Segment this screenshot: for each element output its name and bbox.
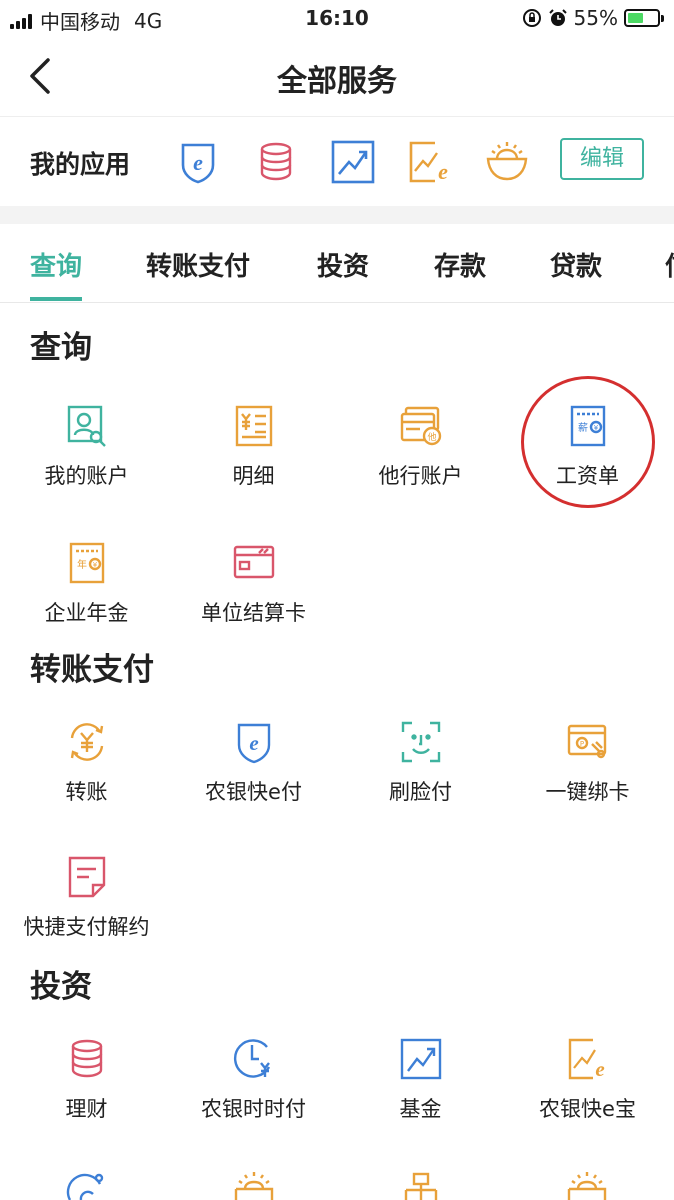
other-bank-card-icon: 他 bbox=[400, 406, 442, 446]
tab-more[interactable]: 信 bbox=[665, 246, 674, 283]
service-details[interactable]: 明细 bbox=[170, 404, 337, 514]
service-label: 快捷支付解约 bbox=[23, 915, 150, 939]
service-label: 基金 bbox=[399, 1097, 442, 1121]
service-quick-e-bao[interactable]: e 农银快e宝 bbox=[504, 1037, 671, 1147]
bind-card-icon: P bbox=[567, 724, 607, 759]
service-enterprise-annuity[interactable]: 年 ¥ 企业年金 bbox=[3, 541, 170, 651]
my-apps-label: 我的应用 bbox=[30, 150, 131, 179]
service-label: 单位结算卡 bbox=[201, 601, 306, 625]
service-label: 理财 bbox=[65, 1097, 108, 1121]
trend-e-icon[interactable]: e bbox=[407, 139, 453, 185]
annuity-doc-icon: 年 ¥ bbox=[69, 542, 105, 584]
edit-button[interactable]: 编辑 bbox=[560, 138, 644, 180]
service-label: 农银快e宝 bbox=[539, 1097, 636, 1121]
settlement-card-icon bbox=[233, 545, 275, 579]
service-wealth[interactable]: 理财 bbox=[3, 1037, 170, 1147]
service-label: 企业年金 bbox=[44, 601, 129, 625]
trend-e-icon: e bbox=[568, 1038, 605, 1081]
e-pay-shield-icon: e bbox=[237, 723, 271, 764]
tab-transfer[interactable]: 转账支付 bbox=[146, 246, 250, 283]
service-label: 农银快e付 bbox=[205, 780, 302, 804]
service-label: 他行账户 bbox=[378, 464, 463, 488]
category-tabs: 查询 转账支付 投资 存款 贷款 信 bbox=[0, 224, 674, 303]
active-tab-indicator bbox=[30, 297, 82, 301]
tab-loan[interactable]: 贷款 bbox=[550, 246, 602, 283]
gold-bowl-icon[interactable] bbox=[566, 1170, 608, 1200]
note-cancel-icon bbox=[68, 856, 106, 898]
service-quick-e-pay[interactable]: e 农银快e付 bbox=[170, 720, 337, 830]
service-transfer[interactable]: 转账 bbox=[3, 720, 170, 830]
section-title-query: 查询 bbox=[30, 330, 92, 366]
cycle-icon[interactable] bbox=[66, 1170, 108, 1200]
trend-chart-icon bbox=[400, 1038, 442, 1080]
e-pay-shield-icon[interactable]: e bbox=[175, 139, 221, 185]
coin-stack-icon bbox=[71, 1039, 103, 1078]
nav-bar: 全部服务 bbox=[0, 36, 674, 116]
svg-text:P: P bbox=[580, 740, 584, 748]
gold-bowl-icon[interactable] bbox=[484, 139, 530, 185]
service-other-bank-account[interactable]: 他 他行账户 bbox=[337, 404, 504, 514]
service-my-account[interactable]: 我的账户 bbox=[3, 404, 170, 514]
service-label: 农银时时付 bbox=[201, 1097, 306, 1121]
svg-text:e: e bbox=[249, 731, 258, 755]
tab-deposit[interactable]: 存款 bbox=[434, 246, 486, 283]
section-title-invest: 投资 bbox=[30, 969, 92, 1005]
tab-query[interactable]: 查询 bbox=[30, 246, 82, 283]
battery-percent: 55% bbox=[573, 6, 618, 30]
face-scan-icon bbox=[401, 721, 441, 763]
my-apps-bar: 我的应用 e e 编辑 bbox=[0, 116, 674, 207]
svg-text:e: e bbox=[595, 1057, 604, 1081]
section-title-transfer: 转账支付 bbox=[30, 652, 154, 688]
service-bind-card[interactable]: P 一键绑卡 bbox=[504, 720, 671, 830]
service-anytime-pay[interactable]: 农银时时付 bbox=[170, 1037, 337, 1147]
transfer-yuan-icon bbox=[70, 723, 104, 761]
svg-text:¥: ¥ bbox=[93, 561, 98, 569]
svg-text:e: e bbox=[193, 150, 203, 175]
service-label: 刷脸付 bbox=[389, 780, 452, 804]
service-quick-pay-cancel[interactable]: 快捷支付解约 bbox=[3, 855, 170, 965]
network-blocks-icon[interactable] bbox=[400, 1170, 442, 1200]
coin-stack-icon[interactable] bbox=[253, 139, 299, 185]
service-settlement-card[interactable]: 单位结算卡 bbox=[170, 541, 337, 651]
gold-bowl-icon[interactable] bbox=[233, 1170, 275, 1200]
alarm-icon bbox=[548, 9, 567, 26]
yuan-statement-icon bbox=[235, 405, 273, 447]
service-label: 我的账户 bbox=[44, 464, 129, 488]
rotation-lock-icon bbox=[522, 9, 541, 27]
highlight-circle bbox=[521, 376, 655, 508]
section-divider bbox=[0, 206, 674, 224]
trend-chart-icon[interactable] bbox=[330, 139, 376, 185]
service-label: 转账 bbox=[65, 780, 108, 804]
svg-text:年: 年 bbox=[77, 558, 87, 571]
svg-text:e: e bbox=[438, 159, 448, 184]
service-face-pay[interactable]: 刷脸付 bbox=[337, 720, 504, 830]
svg-text:他: 他 bbox=[427, 431, 436, 443]
clock-yuan-icon bbox=[234, 1039, 271, 1078]
page-title: 全部服务 bbox=[277, 64, 397, 99]
battery-icon bbox=[624, 9, 664, 27]
status-bar: 中国移动 4G 16:10 55% bbox=[0, 0, 674, 36]
service-fund[interactable]: 基金 bbox=[337, 1037, 504, 1147]
account-search-icon bbox=[67, 405, 106, 447]
tab-invest[interactable]: 投资 bbox=[317, 246, 369, 283]
service-label: 一键绑卡 bbox=[545, 780, 630, 804]
service-label: 明细 bbox=[232, 464, 275, 488]
